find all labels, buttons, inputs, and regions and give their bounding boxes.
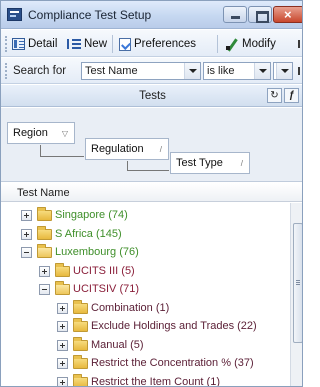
tree-row[interactable]: Restrict the Item Count (1) <box>57 373 220 387</box>
find-icon[interactable]: ƒ <box>284 88 299 103</box>
folder-icon <box>73 354 88 369</box>
toolbar: Detail New Preferences Modify <box>1 30 302 57</box>
preferences-label: Preferences <box>134 38 197 50</box>
folder-icon <box>55 262 70 277</box>
toolbar-grip[interactable] <box>5 36 8 52</box>
title-bar[interactable]: Compliance Test Setup × <box>1 1 302 29</box>
minimize-button[interactable] <box>223 6 247 23</box>
chevron-down-icon[interactable] <box>276 63 292 79</box>
expand-icon[interactable] <box>39 265 50 277</box>
test-name-column-header[interactable]: Test Name <box>1 183 302 202</box>
group-by-test-type[interactable]: Test Type / <box>170 152 250 174</box>
tree-row-label: Combination (1) <box>91 302 170 314</box>
new-label: New <box>84 38 108 50</box>
expand-icon[interactable] <box>21 228 32 240</box>
group-by-region-label: Region <box>13 127 48 139</box>
folder-icon <box>73 373 88 386</box>
column-header-label: Test Name <box>17 187 70 199</box>
modify-label: Modify <box>242 38 276 50</box>
window-title: Compliance Test Setup <box>28 8 152 22</box>
scrollbar-thumb[interactable] <box>293 223 302 343</box>
group-by-regulation-label: Regulation <box>91 143 144 155</box>
expand-icon[interactable] <box>57 357 68 369</box>
close-icon: × <box>284 7 292 22</box>
refresh-icon[interactable]: ↻ <box>267 88 282 103</box>
tree-row-label: Restrict the Item Count (1) <box>91 376 220 387</box>
vertical-scrollbar[interactable] <box>290 203 302 386</box>
tree-row-label: Luxembourg (76) <box>55 246 139 258</box>
tree-row-label: Manual (5) <box>91 339 144 351</box>
group-by-regulation[interactable]: Regulation / <box>85 138 169 160</box>
toolbar-separator <box>112 35 113 53</box>
tree-row[interactable]: UCITS III (5) <box>39 262 135 279</box>
tree-row-label: S Africa (145) <box>55 228 122 240</box>
modify-button[interactable]: Modify <box>225 35 276 53</box>
sort-icon: ▽ <box>61 129 68 138</box>
search-operator-value: is like <box>207 65 235 77</box>
tree-row[interactable]: UCITSIV (71) <box>39 280 140 297</box>
chevron-down-icon[interactable] <box>254 63 270 79</box>
tree-row-label: Restrict the Concentration % (37) <box>91 357 254 369</box>
collapse-icon[interactable] <box>39 283 50 295</box>
modify-pencil-icon <box>225 38 239 51</box>
tree-row[interactable]: Luxembourg (76) <box>21 243 139 260</box>
sort-icon: / <box>159 145 162 154</box>
close-button[interactable]: × <box>273 6 302 23</box>
search-for-label: Search for <box>13 65 67 77</box>
new-button[interactable]: New <box>67 35 107 53</box>
detail-button[interactable]: Detail <box>12 35 57 53</box>
app-icon <box>7 8 22 21</box>
expand-icon[interactable] <box>57 339 68 351</box>
preferences-button[interactable]: Preferences <box>119 35 196 53</box>
group-connector <box>40 145 84 157</box>
folder-open-icon <box>55 280 70 295</box>
tree-row[interactable]: Combination (1) <box>57 299 170 316</box>
folder-icon <box>37 225 52 240</box>
tree-row-label: Singapore (74) <box>55 209 128 221</box>
tests-tree: Singapore (74) S Africa (145) Luxembourg (… <box>1 203 290 387</box>
tree-row-label: UCITS III (5) <box>73 265 135 277</box>
expand-icon[interactable] <box>57 320 68 332</box>
group-by-region[interactable]: Region ▽ <box>7 122 75 144</box>
search-field-select[interactable]: Test Name <box>81 62 201 80</box>
tree-row[interactable]: S Africa (145) <box>21 225 122 242</box>
search-operator-select[interactable]: is like <box>203 62 271 80</box>
group-connector <box>127 161 169 171</box>
collapse-icon[interactable] <box>21 246 32 258</box>
preferences-icon <box>119 37 131 51</box>
folder-open-icon <box>37 243 52 258</box>
toolbar-overflow-icon[interactable] <box>298 40 301 48</box>
sort-icon: / <box>240 159 243 168</box>
detail-icon <box>12 38 25 50</box>
searchbar-overflow-icon[interactable] <box>298 67 301 75</box>
tree-row[interactable]: Exclude Holdings and Trades (22) <box>57 317 257 334</box>
tree-row-label: Exclude Holdings and Trades (22) <box>91 320 257 332</box>
expand-icon[interactable] <box>21 209 32 221</box>
group-by-area: Region ▽ Regulation / Test Type / <box>1 108 302 182</box>
searchbar-grip[interactable] <box>5 63 8 79</box>
panel-title: Tests <box>139 90 166 102</box>
folder-icon <box>73 317 88 332</box>
compliance-test-setup-window: Compliance Test Setup × Detail New Prefe… <box>0 0 303 387</box>
chevron-down-icon[interactable] <box>184 63 200 79</box>
search-bar: Search for Test Name is like <box>1 58 302 84</box>
toolbar-separator <box>217 35 218 53</box>
tree-row[interactable]: Manual (5) <box>57 336 144 353</box>
folder-icon <box>73 336 88 351</box>
search-text-input[interactable] <box>273 62 293 80</box>
detail-label: Detail <box>28 38 58 50</box>
maximize-button[interactable] <box>248 6 272 23</box>
expand-icon[interactable] <box>57 302 68 314</box>
tree-row[interactable]: Restrict the Concentration % (37) <box>57 354 254 371</box>
tests-panel-header: Tests ↻ ƒ <box>1 85 302 107</box>
group-by-test-type-label: Test Type <box>176 157 223 169</box>
expand-icon[interactable] <box>57 376 68 386</box>
tree-row[interactable]: Singapore (74) <box>21 206 128 223</box>
folder-icon <box>37 206 52 221</box>
search-field-value: Test Name <box>85 65 138 77</box>
tree-row-label: UCITSIV (71) <box>73 283 140 295</box>
new-list-icon <box>67 38 81 50</box>
folder-icon <box>73 299 88 314</box>
